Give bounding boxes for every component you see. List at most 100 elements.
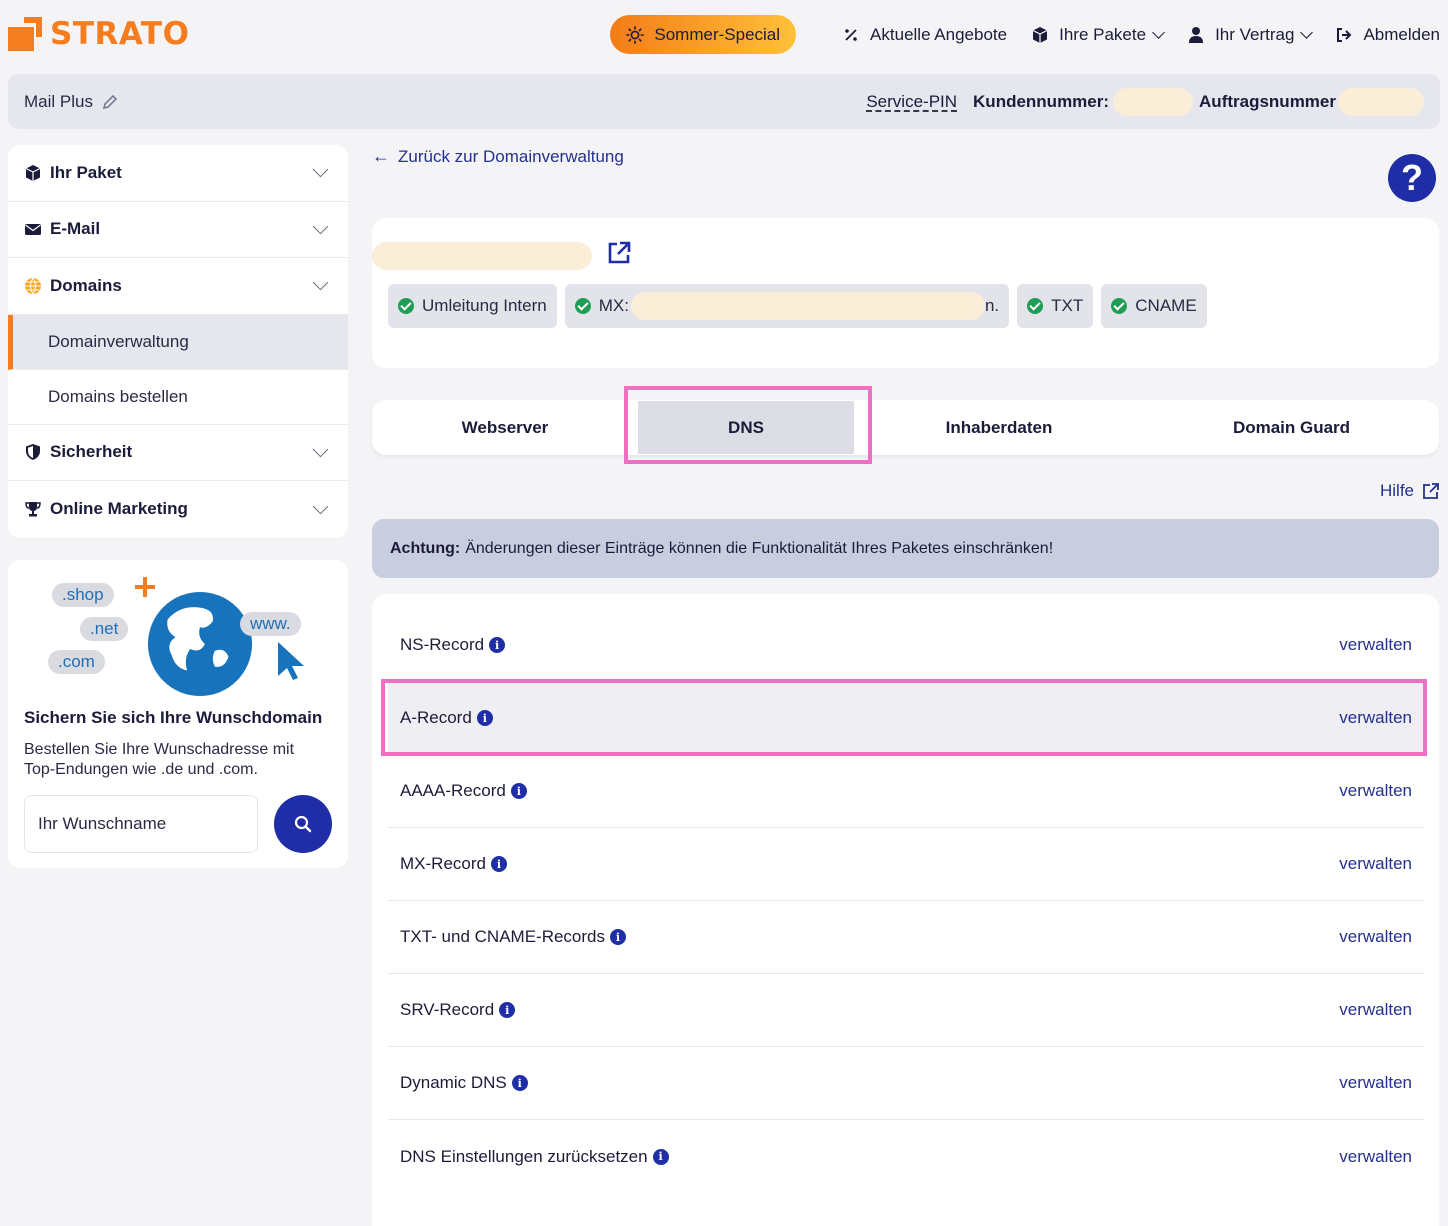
order-number-redacted [1338,87,1424,116]
globe-icon [147,591,253,697]
info-icon[interactable]: i [490,856,507,872]
sidebar-item-label: Online Marketing [50,499,188,519]
nav-abmelden[interactable]: Abmelden [1335,25,1440,45]
hilfe-label: Hilfe [1379,481,1414,500]
status-pill-txt: TXT [1017,284,1094,328]
verwalten-link[interactable]: verwalten [1339,1147,1412,1167]
main-nav: Sommer-Special Aktuelle Angebote Ihre Pa… [610,15,1440,54]
product-name-editor[interactable]: Mail Plus [24,92,119,112]
verwalten-link[interactable]: verwalten [1339,635,1412,655]
back-link-label: Zurück zur Domainverwaltung [398,146,624,166]
record-label: TXT- und CNAME-Records [400,927,605,946]
record-row-srv[interactable]: SRV-Record i verwalten [388,974,1424,1047]
domain-name-redacted [372,242,592,270]
domain-status-pills: Umleitung Intern MX: n. TXT CNAME [388,284,1215,328]
pill-label: CNAME [1135,296,1197,315]
sidebar-item-label: E-Mail [50,219,101,239]
info-icon[interactable]: i [510,783,527,799]
sidebar-nav: Ihr Paket E-Mail Domains Domainverwaltun… [8,145,348,538]
chevron-down-icon [1152,25,1165,39]
verwalten-link[interactable]: verwalten [1339,1000,1412,1020]
help-button[interactable]: ? [1388,154,1436,202]
service-pin-link[interactable]: Service-PIN [866,92,957,112]
external-link-icon[interactable] [606,240,632,266]
strato-logo[interactable]: STRATO [8,16,189,52]
info-icon[interactable]: i [610,929,626,945]
record-label: MX-Record [400,854,486,873]
promo-title: Sichern Sie sich Ihre Wunschdomain [24,708,323,727]
sidebar-item-sicherheit[interactable]: Sicherheit [8,425,348,481]
product-name: Mail Plus [24,91,93,111]
nav-label: Aktuelle Angebote [870,24,1008,44]
verwalten-link[interactable]: verwalten [1339,781,1412,801]
logo-mark-icon [8,17,44,51]
sommer-special-button[interactable]: Sommer-Special [610,15,797,54]
sidebar-item-ihr-paket[interactable]: Ihr Paket [8,145,348,202]
verwalten-link[interactable]: verwalten [1339,927,1412,947]
sidebar-subitem-domains-bestellen[interactable]: Domains bestellen [8,370,348,425]
sun-icon [626,25,645,44]
nav-ihr-vertrag[interactable]: Ihr Vertrag [1187,24,1314,45]
sidebar-item-domains[interactable]: Domains [8,258,348,315]
status-pill-cname: CNAME [1101,284,1207,328]
nav-label: Ihr Vertrag [1215,24,1295,44]
record-row-mx[interactable]: MX-Record i verwalten [388,828,1424,901]
status-pill-umleitung: Umleitung Intern [388,284,557,328]
info-icon[interactable]: i [652,1148,669,1165]
domain-search-button[interactable] [274,795,332,853]
sidebar-item-label: Ihr Paket [50,162,122,182]
external-link-icon [1423,483,1439,499]
check-circle-icon [1027,298,1044,314]
nav-label: Abmelden [1363,24,1440,44]
pencil-icon[interactable] [101,93,119,111]
sidebar-item-label: Sicherheit [50,442,133,462]
warning-banner: Achtung: Änderungen dieser Einträge könn… [372,519,1439,578]
account-info-bar: Mail Plus Service-PIN Kundennummer: Auft… [8,74,1440,129]
trophy-icon [25,502,41,517]
domain-overview-card: Umleitung Intern MX: n. TXT CNAME [372,218,1439,368]
domain-search-input[interactable]: Ihr Wunschname [24,795,258,853]
chevron-down-icon [312,161,329,178]
record-row-aaaa[interactable]: AAAA-Record i verwalten [388,755,1424,828]
tab-domain-guard[interactable]: Domain Guard [1144,400,1439,455]
hilfe-link[interactable]: Hilfe [1380,481,1440,501]
chevron-down-icon [312,498,329,515]
shop-bubble: .shop [52,583,114,607]
globe-icon [25,277,41,295]
record-row-dynamic-dns[interactable]: Dynamic DNS i verwalten [388,1047,1424,1120]
sommer-special-label: Sommer-Special [654,24,781,44]
tab-inhaberdaten[interactable]: Inhaberdaten [854,400,1144,455]
shield-icon [26,444,40,461]
info-icon[interactable]: i [489,637,506,653]
sidebar-item-email[interactable]: E-Mail [8,202,348,258]
sidebar-subitem-label: Domains bestellen [48,386,188,406]
check-circle-icon [398,298,414,314]
package-icon [25,164,41,181]
com-bubble: .com [48,650,105,674]
record-row-dns-reset[interactable]: DNS Einstellungen zurücksetzen i verwalt… [388,1120,1424,1193]
top-bar: STRATO Sommer-Special Aktuelle Angebote [0,0,1448,72]
order-number-label: Auftragsnummer [1199,91,1336,111]
promo-text: Bestellen Sie Ihre Wunschadresse mit Top… [24,741,295,778]
check-circle-icon [574,298,591,314]
sidebar-item-online-marketing[interactable]: Online Marketing [8,481,348,538]
nav-ihre-pakete[interactable]: Ihre Pakete [1031,25,1165,45]
package-icon [1032,26,1048,43]
info-icon[interactable]: i [511,1075,528,1091]
tab-webserver[interactable]: Webserver [372,400,638,455]
verwalten-link[interactable]: verwalten [1339,1073,1412,1093]
chevron-down-icon [312,218,329,235]
verwalten-link[interactable]: verwalten [1339,854,1412,874]
warning-text: Änderungen dieser Einträge können die Fu… [465,539,1054,557]
sidebar-subitem-domainverwaltung[interactable]: Domainverwaltung [8,314,348,370]
record-label: SRV-Record [400,1000,495,1019]
record-row-txt-cname[interactable]: TXT- und CNAME-Records i verwalten [388,901,1424,974]
back-to-domainverwaltung-link[interactable]: ← Zurück zur Domainverwaltung [372,146,624,167]
info-icon[interactable]: i [499,1002,516,1018]
net-bubble: .net [80,617,129,641]
www-bubble: www. [240,612,301,636]
nav-aktuelle-angebote[interactable]: Aktuelle Angebote [842,25,1007,45]
pill-label: Umleitung Intern [422,296,547,315]
dns-tab-highlight [624,386,872,464]
record-row-ns[interactable]: NS-Record i verwalten [388,609,1424,682]
